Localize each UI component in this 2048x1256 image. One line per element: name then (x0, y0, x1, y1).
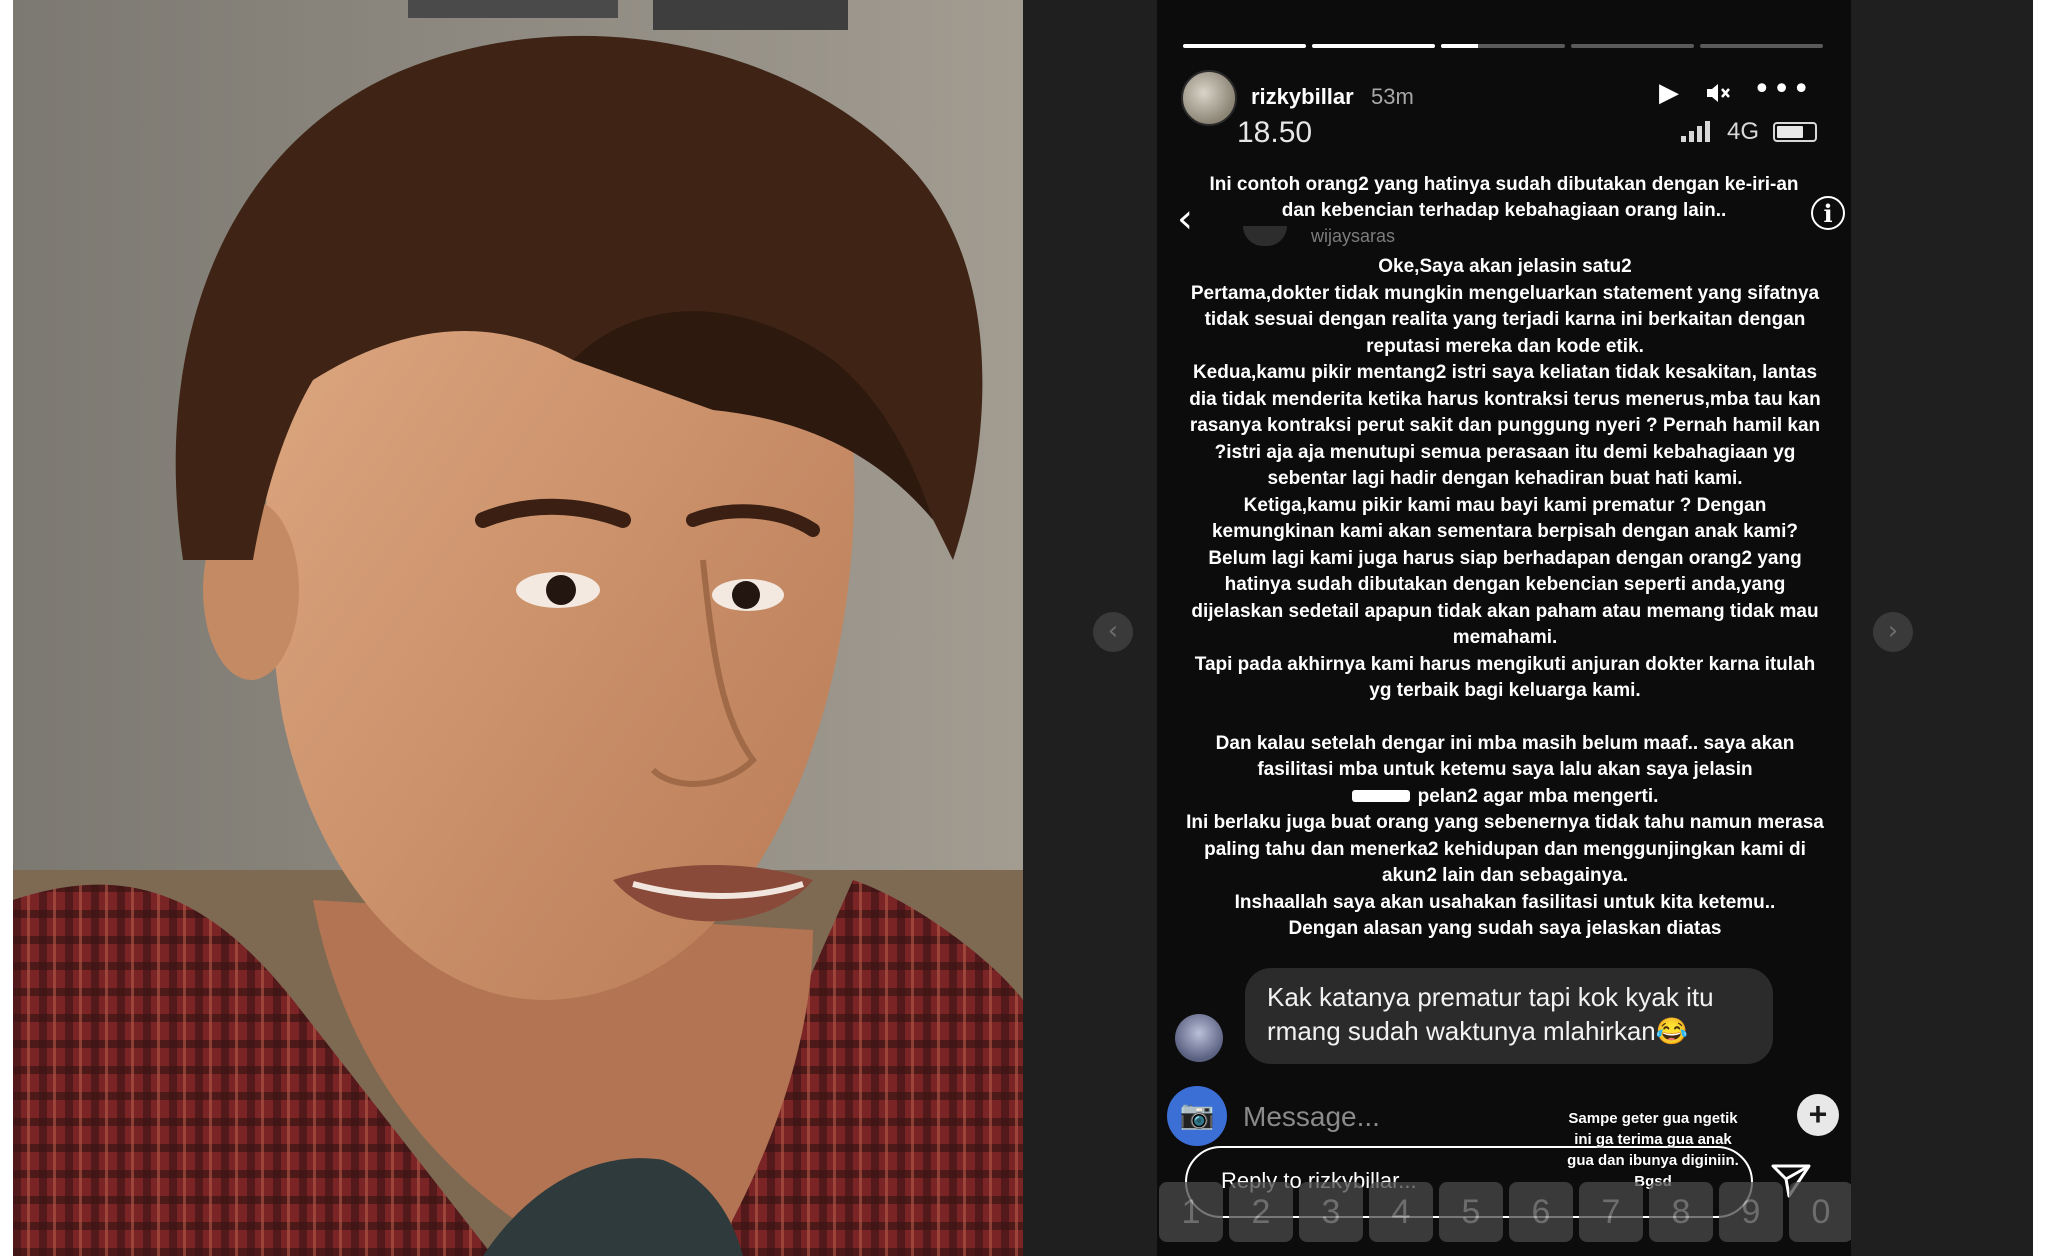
body-line: Pertama,dokter tidak mungkin mengeluarka… (1190, 282, 1820, 357)
message-input[interactable] (1241, 1096, 1545, 1138)
reply-bubble: Kak katanya prematur tapi kok kyak itu r… (1245, 968, 1773, 1064)
add-button[interactable]: + (1797, 1094, 1839, 1136)
story-frame: rizkybillar 53m 18.50 ▶ ••• 4G ‹ i Ini c (1157, 0, 1851, 1256)
progress-segment (1312, 44, 1436, 48)
time-ago: 53m (1371, 84, 1414, 109)
progress-fill (1441, 44, 1479, 48)
story-viewer: ‹ › rizkybillar 53m 18.50 ▶ ••• 4G ‹ i I… (1023, 0, 2033, 1256)
portrait-photo (13, 0, 1023, 1256)
keyboard-key[interactable]: 4 (1369, 1182, 1433, 1242)
body-line: Dengan alasan yang sudah saya jelaskan d… (1288, 918, 1722, 939)
keyboard-key[interactable]: 5 (1439, 1182, 1503, 1242)
body-line: Dan kalau setelah dengar ini mba masih b… (1215, 732, 1795, 781)
story-progress (1183, 44, 1824, 48)
portrait-illustration (13, 0, 1023, 1256)
progress-segment (1570, 44, 1694, 48)
keyboard-key[interactable]: 0 (1789, 1182, 1851, 1242)
body-line: Ketiga,kamu pikir kami mau bayi kami pre… (1191, 494, 1819, 649)
body-line: Ini berlaku juga buat orang yang sebener… (1186, 812, 1824, 886)
body-line: Inshaallah saya akan usahakan fasilitasi… (1234, 891, 1776, 913)
body-line: pelan2 agar mba mengerti. (1417, 785, 1659, 807)
play-icon[interactable]: ▶ (1659, 78, 1679, 108)
battery-icon (1773, 122, 1817, 142)
progress-fill (1312, 44, 1436, 48)
keyboard-key[interactable]: 2 (1229, 1182, 1293, 1242)
keyboard-key[interactable]: 9 (1719, 1182, 1783, 1242)
commenter-avatar (1243, 226, 1287, 246)
keyboard-row: 1234567890 (1157, 1182, 1851, 1242)
body-line: Kedua,kamu pikir mentang2 istri saya kel… (1189, 362, 1821, 489)
network-type: 4G (1727, 118, 1760, 145)
avatar[interactable] (1181, 70, 1237, 126)
back-icon[interactable]: ‹ (1177, 196, 1193, 242)
body-line: Oke,Saya akan jelasin satu2 (1378, 256, 1632, 277)
mute-icon[interactable] (1705, 82, 1731, 110)
story-header: rizkybillar 53m 18.50 ▶ ••• 4G (1181, 68, 1831, 149)
body-line-with-redaction: pelan2 agar mba mengerti. (1185, 784, 1825, 811)
reply-avatar (1175, 1014, 1223, 1062)
username[interactable]: rizkybillar (1251, 84, 1354, 110)
keyboard-key[interactable]: 1 (1159, 1182, 1223, 1242)
keyboard-key[interactable]: 7 (1579, 1182, 1643, 1242)
story-caption: Ini contoh orang2 yang hatinya sudah dib… (1209, 174, 1799, 221)
progress-fill (1183, 44, 1307, 48)
status-clock: 18.50 (1237, 116, 1313, 149)
keyboard-key[interactable]: 3 (1299, 1182, 1363, 1242)
story-body-text: Oke,Saya akan jelasin satu2 Pertama,dokt… (1185, 254, 1825, 943)
signal-icon (1681, 121, 1710, 142)
next-story-button[interactable]: › (1873, 612, 1913, 652)
more-options-icon[interactable]: ••• (1753, 72, 1812, 107)
previous-story-button[interactable]: ‹ (1093, 612, 1133, 652)
camera-button[interactable]: 📷 (1167, 1086, 1227, 1146)
commenter-name: wijaysaras (1311, 226, 1396, 246)
keyboard-key[interactable]: 8 (1649, 1182, 1713, 1242)
redaction-mark (1351, 790, 1410, 803)
progress-segment (1441, 44, 1565, 48)
mute-icon-graphic (1707, 84, 1730, 102)
body-line: Tapi pada akhirnya kami harus mengikuti … (1194, 653, 1816, 702)
overlay-note: Sampe geter gua ngetik ini ga terima gua… (1567, 1110, 1739, 1190)
keyboard-key[interactable]: 6 (1509, 1182, 1573, 1242)
info-icon[interactable]: i (1811, 196, 1845, 230)
progress-segment (1183, 44, 1307, 48)
progress-segment (1699, 44, 1824, 48)
